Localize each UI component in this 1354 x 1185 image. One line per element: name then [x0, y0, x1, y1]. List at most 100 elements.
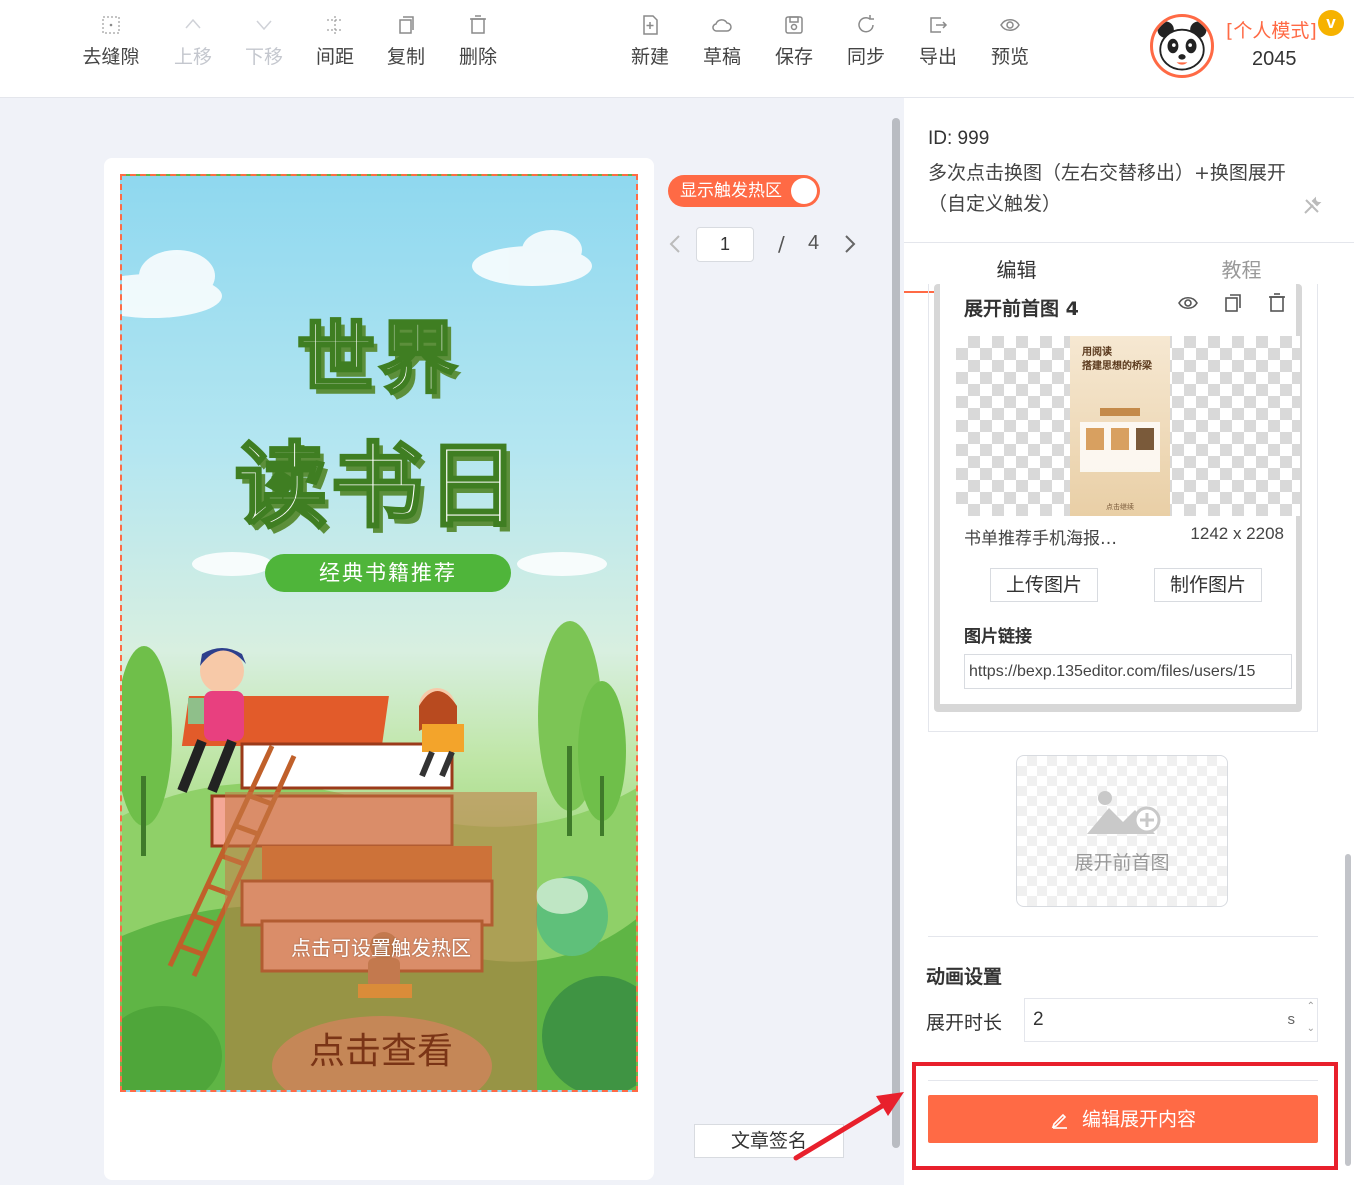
duration-unit: s — [1287, 1011, 1296, 1028]
stepper-down-icon[interactable]: ⌄ — [1307, 1023, 1315, 1035]
sync-icon — [830, 14, 902, 42]
tab-edit[interactable]: 编辑 — [904, 254, 1129, 283]
show-hotzone-toggle[interactable]: 显示触发热区 — [668, 175, 820, 207]
stepper-up-icon[interactable]: ⌃ — [1307, 1001, 1315, 1013]
avatar[interactable] — [1150, 14, 1214, 78]
spacing-label: 间距 — [315, 46, 354, 68]
image-preview[interactable]: 用阅读 搭建思想的桥梁 点击继续 — [1070, 336, 1170, 516]
move-up-label: 上移 — [173, 46, 212, 68]
make-image-button[interactable]: 制作图片 — [1154, 568, 1262, 602]
trash-icon[interactable] — [1266, 292, 1288, 318]
article-signature-button[interactable]: 文章签名 — [694, 1124, 844, 1158]
chevron-right-icon — [845, 235, 856, 253]
sync-label: 同步 — [846, 46, 885, 68]
edit-button-label: 编辑展开内容 — [1082, 1108, 1197, 1131]
image-card-title: 展开前首图 4 — [964, 298, 1079, 320]
panel-scroll-thumb[interactable] — [1345, 854, 1351, 1166]
trigger-hotzone[interactable]: 点击可设置触发热区 点击查看 — [225, 792, 537, 1090]
new-file-icon — [614, 14, 686, 42]
save-label: 保存 — [774, 46, 813, 68]
section-divider — [928, 936, 1318, 937]
eye-icon — [974, 14, 1046, 42]
sync-button[interactable]: 同步 — [830, 14, 902, 72]
new-button[interactable]: 新建 — [614, 14, 686, 72]
canvas-scroll-thumb[interactable] — [892, 118, 900, 1148]
duration-label: 展开时长 — [926, 1012, 1003, 1034]
new-label: 新建 — [630, 46, 669, 68]
eye-icon[interactable] — [1176, 292, 1200, 318]
vip-badge: v — [1318, 10, 1344, 36]
preview-button[interactable]: 预览 — [974, 14, 1046, 72]
chevron-up-icon — [157, 14, 229, 42]
top-toolbar: 去缝隙 上移 下移 间距 复制 删除 新建 草稿 保存 同步 导出 预览 [个人… — [0, 0, 1354, 98]
move-up-button[interactable]: 上移 — [157, 14, 229, 72]
hotzone-cta: 点击查看 — [308, 1031, 453, 1072]
toggle-knob — [791, 178, 817, 204]
properties-panel: ID: 999 多次点击换图（左右交替移出）+换图展开（自定义触发） 编辑 教程… — [904, 98, 1354, 1185]
cloud-icon — [686, 14, 758, 42]
chevron-down-icon — [228, 14, 300, 42]
preview-footer: 点击继续 — [1106, 503, 1134, 511]
draft-label: 草稿 — [702, 46, 741, 68]
copy-label: 复制 — [386, 46, 425, 68]
move-down-button[interactable]: 下移 — [228, 14, 300, 72]
image-link-label: 图片链接 — [964, 627, 1032, 647]
mode-label[interactable]: [个人模式] — [1226, 16, 1317, 43]
page-next-button[interactable] — [843, 232, 861, 258]
image-file-name: 书单推荐手机海报… — [964, 529, 1117, 549]
poster-title-line1: 世界 — [295, 313, 461, 406]
export-icon — [902, 14, 974, 42]
remove-gap-label: 去缝隙 — [82, 46, 140, 68]
chevron-left-icon — [669, 235, 680, 253]
panel-divider — [904, 242, 1354, 243]
copy-icon[interactable] — [1222, 292, 1244, 318]
toggle-label: 显示触发热区 — [680, 181, 782, 201]
add-image-icon — [1083, 784, 1163, 844]
poster-subtitle: 经典书籍推荐 — [265, 554, 511, 592]
page-number-input[interactable]: 1 — [696, 227, 754, 262]
panda-avatar-icon — [1157, 21, 1207, 71]
tools-icon[interactable] — [1302, 196, 1322, 220]
spacing-icon — [299, 14, 371, 42]
poster-title-line2: 读书日 — [233, 432, 523, 542]
component-id: ID: 999 — [928, 128, 990, 149]
delete-button[interactable]: 删除 — [442, 14, 514, 72]
edit-expanded-content-button[interactable]: 编辑展开内容 — [928, 1095, 1318, 1143]
image-card: 展开前首图 4 用阅读 搭建思想的桥梁 点击继续 书单推荐手机海报… 1242 … — [934, 284, 1302, 712]
page-prev-button[interactable] — [668, 232, 686, 258]
canvas-scrollbar[interactable] — [890, 100, 902, 1152]
page-separator: / — [778, 232, 785, 256]
image-card-body: 展开前首图 4 用阅读 搭建思想的桥梁 点击继续 书单推荐手机海报… 1242 … — [940, 284, 1300, 704]
tab-tutorial[interactable]: 教程 — [1129, 254, 1354, 283]
spacing-button[interactable]: 间距 — [299, 14, 371, 72]
panel-scrollbar[interactable] — [1342, 98, 1354, 1185]
save-icon — [758, 14, 830, 42]
export-label: 导出 — [918, 46, 957, 68]
add-image-box[interactable]: 展开前首图 — [1016, 755, 1228, 907]
duration-input[interactable]: 2 s ⌃ ⌄ — [1024, 998, 1318, 1042]
remove-gap-button[interactable]: 去缝隙 — [75, 14, 147, 72]
animation-section-title: 动画设置 — [926, 966, 1003, 988]
page-total: 4 — [808, 232, 820, 254]
trash-icon — [442, 14, 514, 42]
duration-value: 2 — [1033, 1009, 1044, 1030]
copy-button[interactable]: 复制 — [370, 14, 442, 72]
delete-label: 删除 — [458, 46, 497, 68]
save-button[interactable]: 保存 — [758, 14, 830, 72]
preview-label: 预览 — [990, 46, 1029, 68]
image-dimensions: 1242 x 2208 — [1190, 524, 1284, 543]
hotzone-tip: 点击可设置触发热区 — [291, 936, 471, 960]
move-down-label: 下移 — [244, 46, 283, 68]
export-button[interactable]: 导出 — [902, 14, 974, 72]
draft-button[interactable]: 草稿 — [686, 14, 758, 72]
image-link-input[interactable]: https://bexp.135editor.com/files/users/1… — [964, 654, 1292, 689]
grid-dots-icon — [75, 14, 147, 42]
poster-preview[interactable]: 世界 读书日 经典书籍推荐 点击可设置触发热区 点击查看 — [120, 174, 638, 1092]
component-description: 多次点击换图（左右交替移出）+换图展开（自定义触发） — [928, 162, 1286, 215]
preview-illustration — [1080, 408, 1160, 472]
pencil-icon — [1050, 1109, 1082, 1131]
upload-image-button[interactable]: 上传图片 — [990, 568, 1098, 602]
add-image-label: 展开前首图 — [1074, 852, 1170, 874]
copy-icon — [370, 14, 442, 42]
user-count: 2045 — [1252, 48, 1297, 70]
